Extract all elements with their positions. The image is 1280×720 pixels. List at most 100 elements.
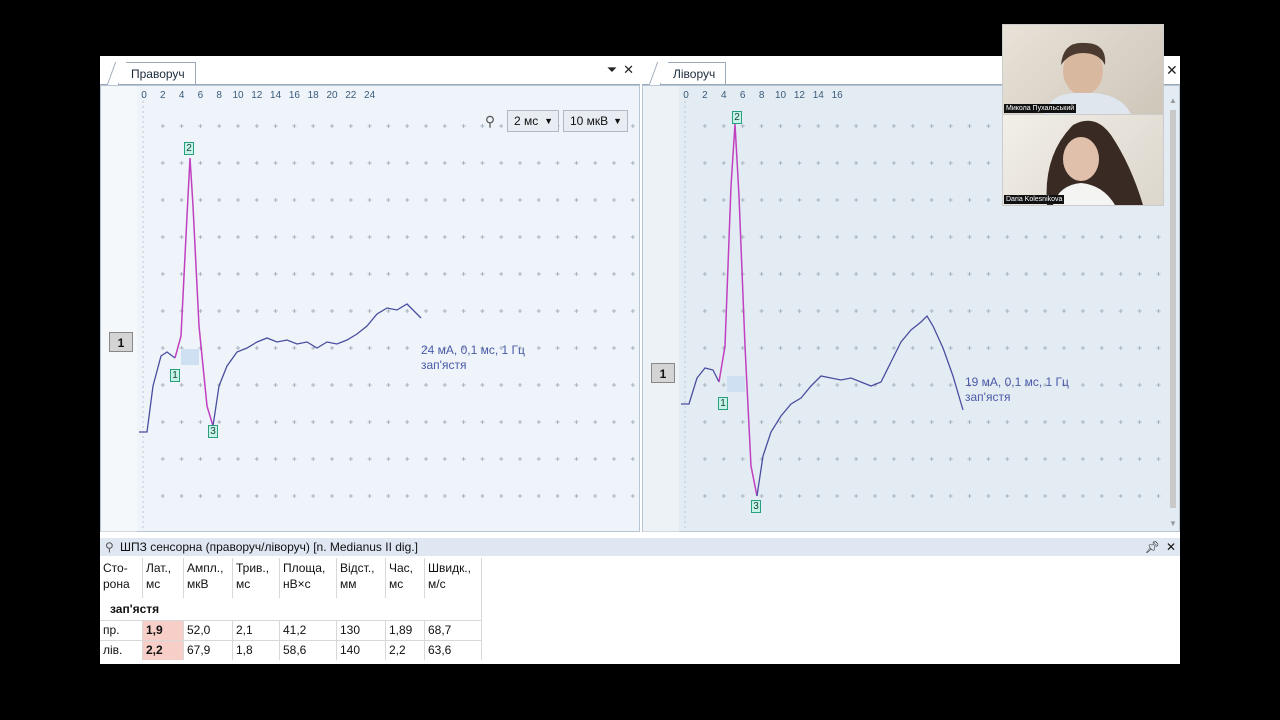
channel-badge[interactable]: 1 [109,332,133,352]
value-cell: 140 [336,640,386,660]
x-tick-label: 0 [683,90,689,101]
channel-badge[interactable]: 1 [651,363,675,383]
column-header[interactable]: Трив., мс [232,558,280,598]
value-cell: 1,8 [232,640,280,660]
trace-response [718,123,758,497]
analysis-window [727,376,745,392]
value-cell: 41,2 [279,620,337,641]
column-header[interactable]: Час, мс [385,558,425,598]
x-tick-label: 4 [179,90,185,101]
section-row: зап'ястя [100,598,482,621]
participant-name: Daria Kolesnikova [1004,195,1065,204]
value-cell: 2,1 [232,620,280,641]
marker-peak[interactable]: 2 [732,111,742,124]
analysis-window [181,349,199,365]
value-cell: 1,9 [142,620,184,641]
value-cell: 2,2 [385,640,425,660]
x-tick-label: 22 [345,90,357,101]
x-tick-label: 14 [270,90,282,101]
column-header[interactable]: Сто-рона [100,558,143,598]
table-row[interactable]: пр. 1,9 52,0 2,1 41,2 130 1,89 68,7 [100,620,482,641]
x-tick-label: 6 [198,90,204,101]
scrollbar-thumb[interactable] [1170,110,1176,508]
results-header: ⚲ ШПЗ сенсорна (праворуч/ліворуч) [n. Me… [100,538,1180,556]
vertical-scrollbar[interactable]: ▲ ▼ [1168,96,1178,528]
x-tick-label: 16 [832,90,844,101]
x-tick-label: 12 [251,90,263,101]
stimulus-info: 19 мА, 0,1 мс, 1 Гц зап'ястя [965,375,1069,404]
scroll-up-icon[interactable]: ▲ [1168,96,1178,105]
trace-baseline [681,367,720,405]
tab-left-side[interactable]: Ліворуч [660,62,727,84]
results-pane: ⚲ ШПЗ сенсорна (праворуч/ліворуч) [n. Me… [100,536,1180,664]
x-tick-label: 0 [141,90,147,101]
waveform-plot-right-side[interactable]: 0 2 4 6 8 10 12 14 16 18 20 22 24 ⚲ 2 мс ▼ 10 мкВ ▼ 1 … [100,85,640,532]
chevron-down-icon: ▼ [544,116,553,126]
x-tick-label: 16 [289,90,301,101]
side-cell: лів. [100,640,143,660]
column-header[interactable]: Лат., мс [142,558,184,598]
column-header[interactable]: Швидк., м/с [424,558,482,598]
column-header[interactable]: Відст., мм [336,558,386,598]
x-tick-label: 2 [702,90,708,101]
search-icon: ⚲ [105,540,114,554]
column-header[interactable]: Площа, нВ×с [279,558,337,598]
chevron-down-icon: ▼ [613,116,622,126]
marker-onset[interactable]: 1 [170,369,180,382]
value-cell: 130 [336,620,386,641]
trace-recovery [212,303,422,427]
table-header-row: Сто-рона Лат., мс Ампл., мкВ Трив., мс Площа, нВ… [100,558,482,598]
search-icon[interactable]: ⚲ [479,110,501,132]
participant-name: Микола Пухальський [1004,104,1077,113]
results-table: Сто-рона Лат., мс Ампл., мкВ Трив., мс Площа, нВ… [100,558,482,660]
x-tick-label: 6 [740,90,746,101]
value-cell: 67,9 [183,640,233,660]
ruler-column [643,86,679,532]
x-tick-label: 4 [721,90,727,101]
value-cell: 2,2 [142,640,184,660]
marker-trough[interactable]: 3 [208,425,218,438]
x-tick-label: 18 [308,90,320,101]
stimulus-info: 24 мА, 0,1 мс, 1 Гц зап'ястя [421,343,525,372]
trace-response [174,157,214,427]
value-cell: 68,7 [424,620,482,641]
close-icon[interactable]: ✕ [1166,538,1176,556]
trace-recovery [756,314,964,497]
x-tick-label: 2 [160,90,166,101]
participant-video-1[interactable]: Микола Пухальський [1002,24,1164,115]
x-tick-label: 10 [775,90,787,101]
results-title: ШПЗ сенсорна (праворуч/ліворуч) [n. Medi… [120,540,418,554]
amplitude-scale-select[interactable]: 10 мкВ ▼ [563,110,628,132]
x-tick-label: 10 [232,90,244,101]
marker-onset[interactable]: 1 [718,397,728,410]
close-icon[interactable]: ✕ [623,62,634,78]
value-cell: 58,6 [279,640,337,660]
side-cell: пр. [100,620,143,641]
left-tabbar: Праворуч ⏷ ✕ [100,56,640,85]
x-tick-label: 14 [813,90,825,101]
ruler-column [101,86,137,532]
trace-baseline [139,351,176,433]
close-icon[interactable]: ✕ [1166,62,1178,79]
pin-icon[interactable]: 📌︎ [1145,538,1160,556]
value-cell: 52,0 [183,620,233,641]
value-cell: 63,6 [424,640,482,660]
x-tick-label: 24 [364,90,376,101]
participant-image [1046,120,1143,205]
participant-image [1043,42,1131,114]
marker-peak[interactable]: 2 [184,142,194,155]
x-tick-label: 8 [759,90,765,101]
scroll-down-icon[interactable]: ▼ [1168,519,1178,528]
participant-video-2[interactable]: Daria Kolesnikova [1002,114,1164,206]
x-tick-label: 12 [794,90,806,101]
tab-right-side[interactable]: Праворуч [118,62,196,84]
dropdown-menu-icon[interactable]: ⏷ [607,62,617,78]
x-tick-label: 8 [216,90,222,101]
value-cell: 1,89 [385,620,425,641]
x-tick-label: 20 [326,90,338,101]
column-header[interactable]: Ампл., мкВ [183,558,233,598]
marker-trough[interactable]: 3 [751,500,761,513]
table-row[interactable]: лів. 2,2 67,9 1,8 58,6 140 2,2 63,6 [100,640,482,660]
waveform-canvas-left: 0 2 4 6 8 10 12 14 16 18 20 22 24 [101,86,635,532]
time-scale-select[interactable]: 2 мс ▼ [507,110,559,132]
